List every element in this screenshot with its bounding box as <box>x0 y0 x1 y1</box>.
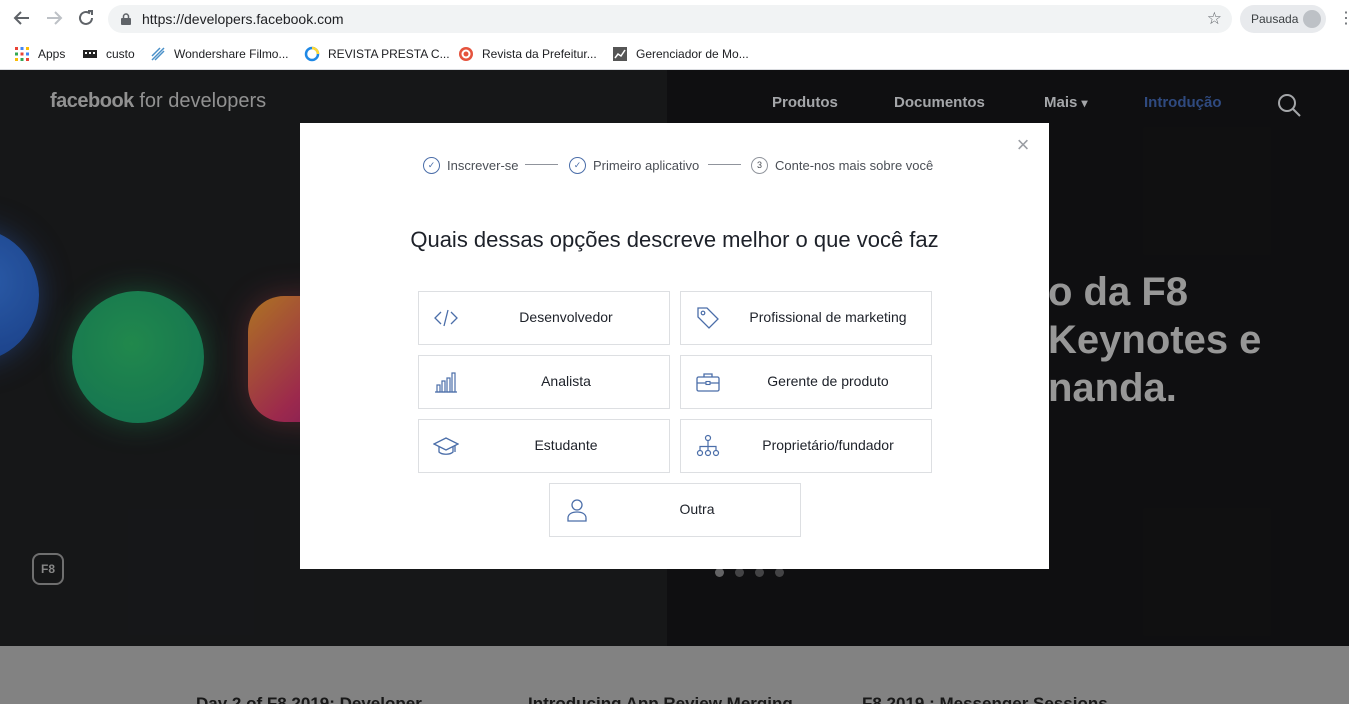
option-label: Proprietário/fundador <box>762 437 894 453</box>
option-label: Outra <box>679 501 715 517</box>
back-button[interactable] <box>12 9 32 29</box>
step-first-app: ✓ Primeiro aplicativo <box>569 156 699 174</box>
reload-button[interactable] <box>76 9 96 29</box>
option-proprietario-fundador[interactable]: Proprietário/fundador <box>680 419 932 473</box>
bar-chart-icon <box>435 372 457 393</box>
option-outra[interactable]: Outra <box>549 483 801 537</box>
step-label: Conte-nos mais sobre você <box>775 157 934 173</box>
step-connector <box>708 164 741 165</box>
bookmark-wondershare[interactable]: Wondershare Filmo... <box>150 44 289 64</box>
lock-icon <box>121 13 131 25</box>
option-label: Gerente de produto <box>767 373 889 389</box>
check-icon: ✓ <box>569 156 586 174</box>
bookmark-revista-prefeitura[interactable]: Revista da Prefeitur... <box>458 44 597 64</box>
bookmark-custo[interactable]: custo <box>82 44 135 64</box>
modal-question: Quais dessas opções descreve melhor o qu… <box>410 227 939 252</box>
forward-button[interactable] <box>44 9 64 29</box>
org-chart-icon <box>696 434 720 457</box>
address-bar[interactable]: https://developers.facebook.com ☆ <box>108 5 1232 33</box>
option-label: Estudante <box>534 437 598 453</box>
check-icon: ✓ <box>423 156 440 174</box>
bookmark-revista-presta[interactable]: REVISTA PRESTA C... <box>304 44 450 64</box>
back-arrow-icon <box>13 11 29 25</box>
apps-grid-icon <box>15 47 29 61</box>
reload-icon <box>79 10 93 25</box>
bookmark-star-icon[interactable]: ☆ <box>1207 9 1222 29</box>
bookmarks-bar: Apps custo Wondershare Filmo... REVISTA … <box>0 38 1349 70</box>
browser-toolbar: https://developers.facebook.com ☆ Pausad… <box>0 0 1349 38</box>
person-icon <box>567 499 587 522</box>
bookmark-apps[interactable]: Apps <box>14 44 65 64</box>
bookmark-label: Apps <box>38 47 66 61</box>
bookmark-label: REVISTA PRESTA C... <box>328 47 450 61</box>
option-estudante[interactable]: Estudante <box>418 419 670 473</box>
bookmark-label: Wondershare Filmo... <box>174 47 289 61</box>
briefcase-icon <box>696 373 720 392</box>
step-label: Inscrever-se <box>447 157 519 173</box>
forward-arrow-icon <box>47 11 63 25</box>
bookmark-gerenciador[interactable]: Gerenciador de Mo... <box>612 44 749 64</box>
target-icon <box>459 47 473 61</box>
avatar-icon <box>1303 10 1321 28</box>
circle-logo-icon <box>304 46 320 62</box>
graduation-cap-icon <box>433 437 459 455</box>
bookmark-label: Revista da Prefeitur... <box>482 47 597 61</box>
step-signup: ✓ Inscrever-se <box>423 156 519 174</box>
option-desenvolvedor[interactable]: Desenvolvedor <box>418 291 670 345</box>
tag-icon <box>697 307 719 329</box>
bookmark-label: custo <box>106 47 135 61</box>
chart-icon <box>613 47 627 61</box>
bookmark-label: Gerenciador de Mo... <box>636 47 749 61</box>
step-connector <box>525 164 558 165</box>
option-label: Analista <box>541 373 591 389</box>
option-analista[interactable]: Analista <box>418 355 670 409</box>
profile-button[interactable]: Pausada <box>1240 5 1326 33</box>
option-label: Profissional de marketing <box>749 309 907 325</box>
film-icon <box>83 50 97 58</box>
close-button[interactable]: × <box>1013 134 1033 156</box>
onboarding-modal: × ✓ Inscrever-se ✓ Primeiro aplicativo 3… <box>300 123 1049 569</box>
url-text: https://developers.facebook.com <box>142 11 344 27</box>
step-number-icon: 3 <box>751 156 768 174</box>
browser-menu-icon[interactable]: ⋮ <box>1338 10 1349 28</box>
step-label: Primeiro aplicativo <box>593 157 700 173</box>
option-profissional-marketing[interactable]: Profissional de marketing <box>680 291 932 345</box>
option-gerente-produto[interactable]: Gerente de produto <box>680 355 932 409</box>
profile-label: Pausada <box>1251 12 1299 26</box>
code-icon <box>434 309 458 327</box>
step-about-you: 3 Conte-nos mais sobre você <box>751 156 933 174</box>
option-label: Desenvolvedor <box>519 309 613 325</box>
filmora-icon <box>151 47 165 61</box>
